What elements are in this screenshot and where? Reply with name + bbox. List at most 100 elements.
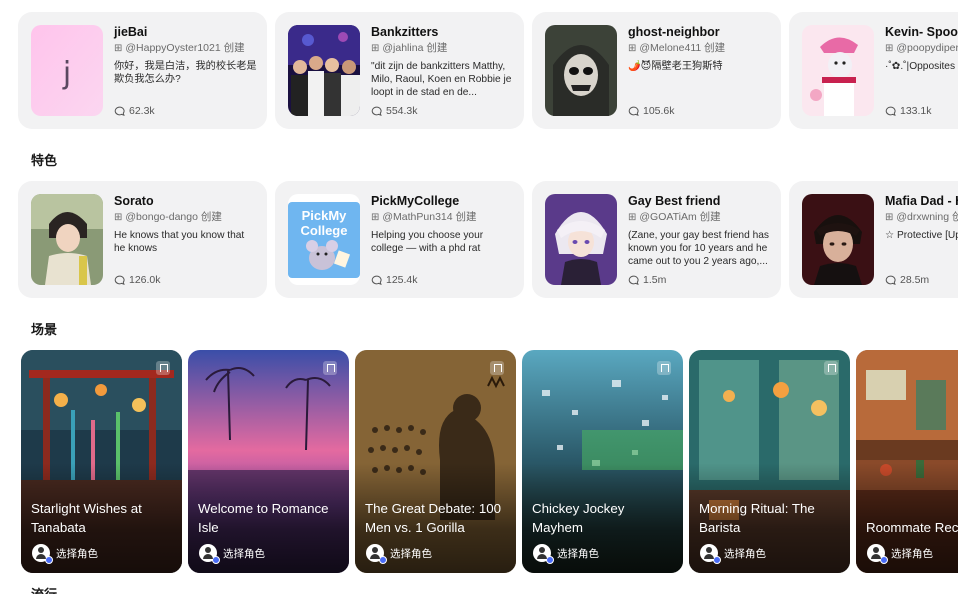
chat-count: 62.3k (114, 105, 155, 117)
character-avatar (802, 25, 874, 116)
character-name: PickMyCollege (371, 194, 460, 208)
chat-bubble-icon (628, 106, 639, 116)
bookmark-icon[interactable] (657, 361, 671, 375)
bookmark-icon[interactable] (156, 361, 170, 375)
logo-text-line2: College (301, 223, 348, 238)
choose-role-button[interactable]: 选择角色 (366, 544, 432, 564)
scene-title: The Great Debate: 100 Men vs. 1 Gorilla (365, 501, 502, 535)
character-description: 🌶️😈隔壁老王狗斯特 (628, 61, 723, 72)
section-title-popular: 流行 (31, 584, 57, 594)
character-avatar (288, 25, 360, 116)
scene-card[interactable]: Chickey Jockey Mayhem 选择角色 (522, 350, 683, 573)
user-avatar-icon (366, 544, 387, 564)
cartoon-character-image (802, 25, 874, 116)
bookmark-icon[interactable] (490, 361, 504, 375)
anime-white-hair-image (545, 194, 617, 285)
chat-bubble-icon (371, 106, 382, 116)
group-photo-image (288, 25, 360, 116)
character-card[interactable]: Sorato ⊞ @bongo-dango 创建 He knows that yo… (18, 181, 267, 298)
character-card[interactable]: Gay Best friend ⊞ @GOATiAm 创建 (Zane, your… (532, 181, 781, 298)
character-card[interactable]: PickMy College PickMyCollege ⊞ @MathPun31… (275, 181, 524, 298)
character-name: jieBai (114, 25, 148, 39)
choose-role-button[interactable]: 选择角色 (32, 544, 98, 564)
user-avatar-icon (32, 544, 53, 564)
character-card[interactable]: ghost-neighbor ⊞ @Melone411 创建 🌶️😈隔壁老王狗斯特… (532, 12, 781, 129)
character-card[interactable]: Kevin- Spooky ⊞@poopydiper ·˚✿.˚|Opposit… (789, 12, 958, 129)
creator-handle: @bongo-dango 创建 (125, 211, 222, 223)
plus-badge-icon (880, 556, 888, 564)
character-name: Kevin- Spooky (885, 25, 958, 39)
creator-handle: @MathPun314 创建 (382, 211, 477, 223)
chat-count: 28.5m (885, 274, 929, 286)
character-card[interactable]: Bankzitters ⊞ @jahlina 创建 "dit zijn de ba… (275, 12, 524, 129)
chat-count-value: 125.4k (386, 274, 418, 286)
choose-role-button[interactable]: 选择角色 (867, 544, 933, 564)
plus-badge-icon (713, 556, 721, 564)
bookmark-icon[interactable] (824, 361, 838, 375)
chat-count-value: 62.3k (129, 105, 155, 117)
scene-card[interactable]: Morning Ritual: The Barista 选择角色 (689, 350, 850, 573)
creator-icon: ⊞ (371, 43, 380, 54)
character-description: "dit zijn de bankzitters Matthy, Milo, R… (371, 61, 512, 98)
scene-card[interactable]: The Great Debate: 100 Men vs. 1 Gorilla … (355, 350, 516, 573)
chat-bubble-icon (114, 275, 125, 285)
scene-card[interactable]: Welcome to Romance Isle 选择角色 (188, 350, 349, 573)
character-creator: ⊞ @jahlina 创建 (371, 41, 514, 56)
chat-count: 1.5m (628, 274, 666, 286)
chat-count: 125.4k (371, 274, 418, 286)
chat-count: 105.6k (628, 105, 675, 117)
chat-bubble-icon (371, 275, 382, 285)
main-content: j jieBai ⊞ @HappyOyster1021 创建 你好，我是白洁，我的… (0, 0, 958, 594)
chat-bubble-icon (114, 106, 125, 116)
chat-bubble-icon (885, 275, 896, 285)
user-avatar-icon (700, 544, 721, 564)
creator-icon: ⊞ (885, 212, 894, 223)
character-avatar: PickMy College (288, 194, 360, 285)
chat-bubble-icon (885, 106, 896, 116)
choose-role-label: 选择角色 (56, 547, 98, 560)
character-card[interactable]: Mafia Dad - H ⊞ @drxwning 创 ☆ Protective … (789, 181, 958, 298)
character-avatar (802, 194, 874, 285)
character-creator: ⊞ @bongo-dango 创建 (114, 210, 257, 225)
character-creator: ⊞ @poopydiper (885, 41, 958, 56)
choose-role-button[interactable]: 选择角色 (700, 544, 766, 564)
chat-count-value: 1.5m (643, 274, 667, 286)
plus-badge-icon (212, 556, 220, 564)
choose-role-label: 选择角色 (557, 547, 599, 560)
ghost-mask-image (545, 25, 617, 116)
creator-icon: ⊞ (371, 212, 380, 223)
character-description: He knows that you know that he knows (114, 230, 245, 254)
character-description: (Zane, your gay best friend has known yo… (628, 230, 770, 267)
chat-count-value: 126.0k (129, 274, 161, 286)
section-title-featured: 特色 (31, 153, 58, 168)
character-avatar (31, 194, 103, 285)
section-title-scenes: 场景 (31, 322, 58, 337)
choose-role-button[interactable]: 选择角色 (199, 544, 265, 564)
scene-title: Chickey Jockey Mayhem (532, 501, 625, 535)
choose-role-button[interactable]: 选择角色 (533, 544, 599, 564)
chat-count-value: 554.3k (386, 105, 418, 117)
chat-count-value: 28.5m (900, 274, 930, 286)
mafia-dad-image (802, 194, 874, 285)
choose-role-label: 选择角色 (223, 547, 265, 560)
character-creator: ⊞ @HappyOyster1021 创建 (114, 41, 257, 56)
character-description: Helping you choose your college — with a… (371, 230, 484, 254)
character-creator: ⊞ @Melone411 创建 (628, 41, 771, 56)
chat-count-value: 105.6k (643, 105, 675, 117)
choose-role-label: 选择角色 (724, 547, 766, 560)
scene-title: Starlight Wishes at Tanabata (31, 501, 142, 535)
creator-handle: @HappyOyster1021 创建 (125, 42, 245, 54)
scene-title: Morning Ritual: The Barista (699, 501, 815, 535)
character-creator: ⊞ @GOATiAm 创建 (628, 210, 771, 225)
character-creator: ⊞ @MathPun314 创建 (371, 210, 514, 225)
scene-title: Welcome to Romance Isle (198, 501, 329, 535)
bookmark-icon[interactable] (323, 361, 337, 375)
scene-card[interactable]: Starlight Wishes at Tanabata 选择角色 (21, 350, 182, 573)
character-card[interactable]: j jieBai ⊞ @HappyOyster1021 创建 你好，我是白洁，我的… (18, 12, 267, 129)
character-row-top: j jieBai ⊞ @HappyOyster1021 创建 你好，我是白洁，我的… (18, 12, 958, 129)
scene-row: Starlight Wishes at Tanabata 选择角色 Welcom… (21, 350, 958, 573)
scene-card[interactable]: Roommate Rec Rescue 选择角色 (856, 350, 958, 573)
character-avatar (545, 25, 617, 116)
character-name: Gay Best friend (628, 194, 721, 208)
choose-role-label: 选择角色 (390, 547, 432, 560)
